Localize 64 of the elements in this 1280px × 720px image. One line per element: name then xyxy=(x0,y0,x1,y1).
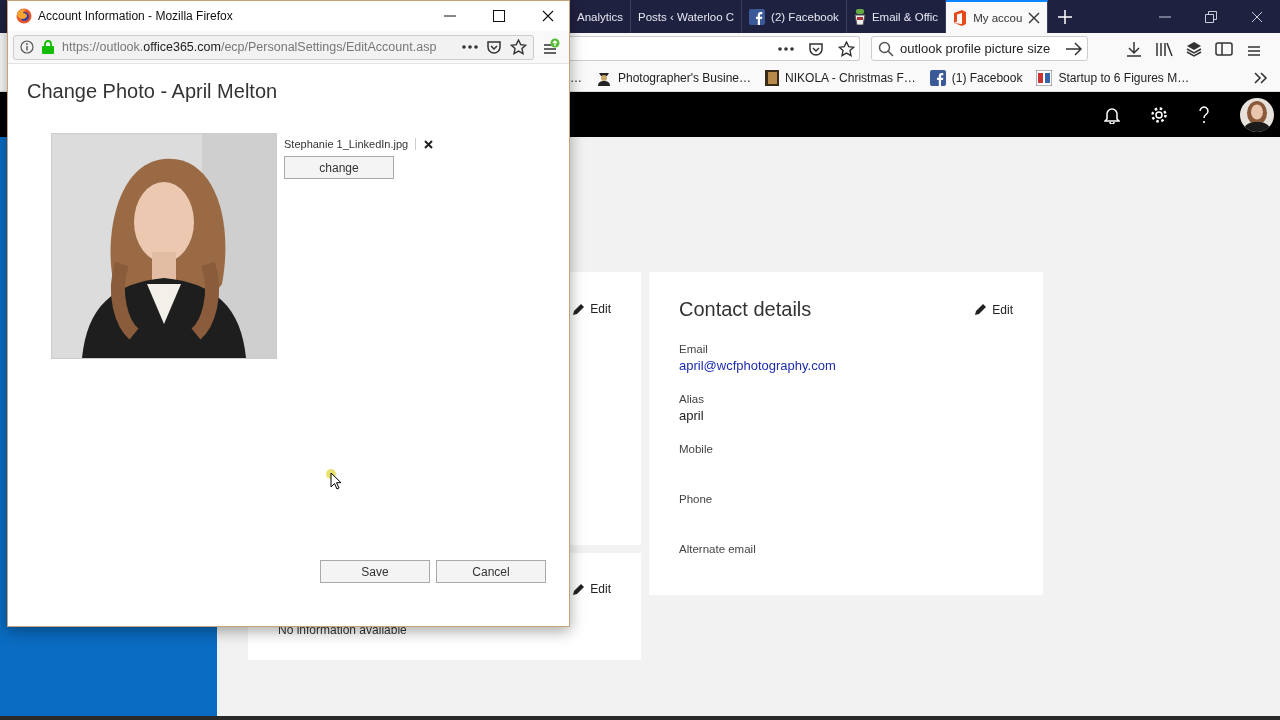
menu-icon[interactable] xyxy=(542,38,560,56)
bookmark-item[interactable]: … xyxy=(570,70,582,85)
firefox-icon xyxy=(16,8,32,24)
book-icon xyxy=(765,69,780,86)
lock-icon xyxy=(42,40,54,54)
edit-link[interactable]: Edit xyxy=(572,582,611,596)
bell-icon[interactable] xyxy=(1104,105,1120,124)
avatar-icon[interactable] xyxy=(1240,97,1274,132)
pencil-icon xyxy=(572,302,586,316)
browser-tab[interactable]: My accou xyxy=(946,0,1049,33)
address-field[interactable]: https://outlook.office365.com/ecp/PersonalSettings/EditAccount.asp xyxy=(13,34,534,60)
mouse-pointer-icon xyxy=(326,469,342,491)
field-label: Mobile xyxy=(679,443,714,455)
search-icon xyxy=(878,40,894,57)
help-icon[interactable] xyxy=(1198,105,1210,124)
change-button[interactable]: change xyxy=(284,156,394,179)
layers-icon[interactable] xyxy=(1186,40,1202,57)
field-label: Phone xyxy=(679,493,714,505)
settings-icon[interactable] xyxy=(1150,105,1168,124)
search-field[interactable]: outlook profile picture size xyxy=(871,36,1088,61)
cup-icon xyxy=(853,8,866,25)
grid-icon xyxy=(1036,69,1053,86)
library-icon[interactable] xyxy=(1155,40,1173,57)
bookmark-item[interactable]: Startup to 6 Figures M… xyxy=(1036,69,1190,86)
office-icon xyxy=(953,9,968,26)
bookmark-item[interactable]: (1) Facebook xyxy=(929,69,1023,86)
info-icon xyxy=(20,40,34,54)
save-button[interactable]: Save xyxy=(320,560,430,583)
facebook-icon xyxy=(749,8,766,25)
window-title: Account Information - Mozilla Firefox xyxy=(38,9,233,23)
tab-close-icon[interactable] xyxy=(1028,11,1041,24)
remove-icon[interactable] xyxy=(424,139,434,149)
cancel-button[interactable]: Cancel xyxy=(436,560,546,583)
star-icon[interactable] xyxy=(838,40,855,57)
url-text: https://outlook.office365.com/ecp/PersonalSettings/EditAccount.asp xyxy=(62,40,438,54)
email-link[interactable]: april@wcfphotography.com xyxy=(679,358,1013,373)
field-value: april xyxy=(679,408,705,423)
edit-link[interactable]: Edit xyxy=(572,302,611,316)
download-icon[interactable] xyxy=(1126,40,1142,57)
field-label: Alternate email xyxy=(679,543,757,555)
bookmark-item[interactable]: Photographer's Busine… xyxy=(596,69,752,86)
more-icon[interactable] xyxy=(462,45,478,49)
pocket-icon[interactable] xyxy=(486,39,502,55)
pocket-icon[interactable] xyxy=(808,40,824,57)
field-label: Alias xyxy=(679,393,705,405)
restore-icon[interactable] xyxy=(1205,10,1217,23)
pencil-icon xyxy=(572,582,586,596)
sidebar-icon[interactable] xyxy=(1215,40,1233,57)
more-icon[interactable] xyxy=(778,46,794,51)
bookmark-item[interactable]: NIKOLA - Christmas F… xyxy=(765,69,916,86)
new-tab-icon[interactable] xyxy=(1058,9,1073,24)
maximize-icon[interactable] xyxy=(493,10,505,22)
dialog-heading: Change Photo - April Melton xyxy=(27,80,279,103)
pencil-icon xyxy=(974,303,988,316)
edit-link[interactable]: Edit xyxy=(974,302,1013,317)
facebook-icon xyxy=(929,69,946,86)
card-title: Contact details xyxy=(679,298,812,321)
address-field[interactable] xyxy=(570,36,860,61)
file-name: Stephanie 1_LinkedIn.jpg xyxy=(284,138,417,150)
go-arrow-icon[interactable] xyxy=(1066,41,1082,56)
close-icon[interactable] xyxy=(542,10,554,22)
chevrons-icon[interactable] xyxy=(1254,71,1268,84)
star-icon[interactable] xyxy=(510,39,527,55)
field-label: Email xyxy=(679,343,709,355)
